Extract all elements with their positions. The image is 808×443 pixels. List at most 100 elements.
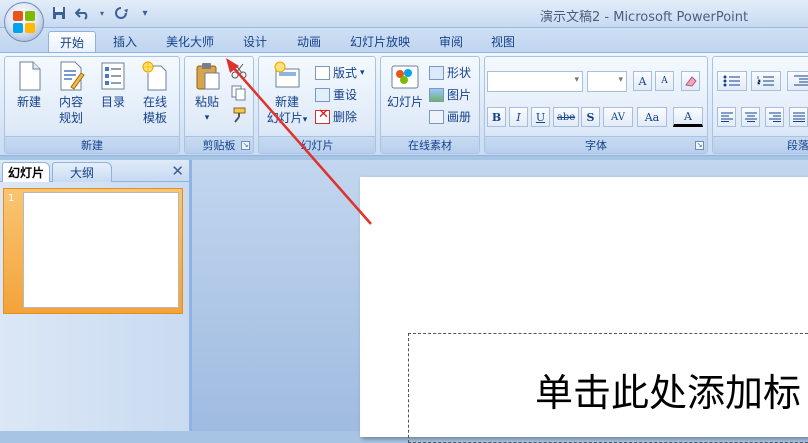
- align-right-button[interactable]: [765, 107, 784, 127]
- reset-icon: [315, 87, 330, 102]
- format-painter-icon[interactable]: [231, 107, 247, 123]
- group-font-label: 字体: [485, 136, 707, 153]
- tab-animation[interactable]: 动画: [288, 31, 330, 52]
- content-plan-button[interactable]: 内容 规划: [53, 61, 89, 126]
- new-button-label: 新建: [16, 95, 41, 109]
- content-plan-label-1: 内容: [58, 95, 83, 109]
- tab-slides-pane[interactable]: 幻灯片: [2, 162, 50, 182]
- title-placeholder-text[interactable]: 单击此处添加标: [535, 362, 801, 417]
- char-spacing-button[interactable]: AV: [603, 107, 633, 127]
- paste-label: 粘贴: [194, 95, 219, 109]
- slide-thumbnails: 1: [0, 182, 190, 431]
- save-icon[interactable]: [50, 5, 68, 21]
- toc-button-label: 目录: [100, 95, 125, 109]
- align-left-button[interactable]: [717, 107, 736, 127]
- new-slide-button[interactable]: 新建 幻灯片▾: [263, 61, 311, 128]
- ribbon-tabs: 开始 插入 美化大师 设计 动画 幻灯片放映 审阅 视图: [0, 28, 808, 52]
- group-font: ▾ ▾ A A B I U abe S AV Aa A 字体 ↘: [484, 56, 708, 154]
- layout-dropdown-icon: ▾: [360, 67, 365, 78]
- office-logo-icon: [13, 11, 35, 33]
- shape-icon: [429, 65, 444, 80]
- align-center-button[interactable]: [741, 107, 760, 127]
- indent-button[interactable]: [787, 71, 808, 91]
- cut-icon[interactable]: [231, 63, 247, 79]
- group-paragraph: 段落: [712, 56, 808, 154]
- undo-dropdown-icon[interactable]: ▾: [98, 5, 106, 21]
- tab-beautify-master[interactable]: 美化大师: [158, 31, 222, 52]
- tab-slideshow[interactable]: 幻灯片放映: [342, 31, 418, 52]
- toc-button[interactable]: 目录: [95, 61, 131, 110]
- layout-button[interactable]: 版式 ▾: [315, 63, 365, 82]
- delete-icon: ✕: [315, 107, 330, 124]
- tab-home[interactable]: 开始: [48, 31, 96, 52]
- reset-button[interactable]: 重设: [315, 85, 357, 104]
- picture-label: 图片: [447, 88, 472, 102]
- tab-outline-pane[interactable]: 大纲: [52, 162, 112, 182]
- numbering-button[interactable]: [751, 71, 781, 91]
- font-launcher-icon[interactable]: ↘: [695, 141, 704, 150]
- slide-thumbnail[interactable]: [23, 192, 179, 308]
- underline-button[interactable]: U: [531, 107, 550, 127]
- bullets-button[interactable]: [717, 71, 747, 91]
- shrink-font-button[interactable]: A: [655, 71, 674, 91]
- copy-icon[interactable]: [231, 85, 247, 101]
- slides-pane: 幻灯片 大纲 ✕ 1: [0, 160, 190, 431]
- paste-dropdown-icon: ▾: [204, 113, 210, 123]
- font-size-combobox[interactable]: ▾: [587, 71, 627, 92]
- justify-button[interactable]: [789, 107, 808, 127]
- online-template-label-1: 在线: [142, 95, 167, 109]
- group-new-label: 新建: [5, 136, 179, 153]
- layout-icon: [315, 65, 330, 80]
- online-template-button[interactable]: 在线 模板: [137, 61, 173, 126]
- quick-access-toolbar: ▾ ▾: [50, 4, 154, 22]
- customize-icon[interactable]: ▾: [136, 5, 154, 21]
- font-name-combobox[interactable]: ▾: [487, 71, 583, 92]
- new-document-icon: [15, 61, 43, 91]
- picture-button[interactable]: 图片: [429, 85, 471, 104]
- slide-thumbnail-selected[interactable]: 1: [3, 188, 183, 314]
- strikethrough-button[interactable]: abe: [553, 107, 579, 127]
- layout-label: 版式: [333, 66, 358, 80]
- text-shadow-button[interactable]: S: [581, 107, 600, 127]
- clear-format-button[interactable]: [681, 71, 700, 91]
- paragraph-label-text: 段落: [787, 139, 808, 152]
- delete-label: 删除: [333, 110, 358, 124]
- office-button[interactable]: [4, 2, 44, 42]
- change-case-button[interactable]: Aa: [637, 107, 667, 127]
- online-slide-button[interactable]: 幻灯片: [385, 61, 425, 110]
- bold-button[interactable]: B: [487, 107, 506, 127]
- album-button[interactable]: 画册: [429, 107, 471, 126]
- tab-view[interactable]: 视图: [482, 31, 524, 52]
- group-paragraph-label: 段落: [713, 136, 808, 153]
- online-template-icon: [141, 61, 169, 91]
- group-slides: 新建 幻灯片▾ 版式 ▾ 重设 ✕ 删除 幻灯片: [258, 56, 376, 154]
- group-new: 新建 内容 规划 目录 在线 模板 新建: [4, 56, 180, 154]
- new-slide-icon: [273, 61, 301, 91]
- group-online-material: 幻灯片 形状 图片 画册 在线素材: [380, 56, 480, 154]
- pane-tabs: 幻灯片 大纲 ✕: [0, 160, 190, 182]
- reset-label: 重设: [333, 88, 358, 102]
- tab-insert[interactable]: 插入: [104, 31, 146, 52]
- italic-button[interactable]: I: [509, 107, 528, 127]
- redo-icon[interactable]: [112, 5, 130, 21]
- undo-icon[interactable]: [74, 5, 92, 21]
- close-pane-icon[interactable]: ✕: [171, 162, 184, 180]
- group-clipboard: 粘贴 ▾ 剪贴板 ↘: [184, 56, 254, 154]
- tab-design[interactable]: 设计: [234, 31, 276, 52]
- grow-font-button[interactable]: A: [633, 71, 652, 91]
- justify-icon: [792, 112, 805, 122]
- delete-slide-button[interactable]: ✕ 删除: [315, 107, 357, 126]
- new-slide-dropdown-icon: ▾: [302, 115, 308, 125]
- align-center-icon: [744, 112, 757, 122]
- window-title: 演示文稿2 - Microsoft PowerPoint: [540, 10, 749, 25]
- tab-review[interactable]: 审阅: [430, 31, 472, 52]
- clipboard-launcher-icon[interactable]: ↘: [241, 141, 250, 150]
- align-right-icon: [768, 112, 781, 122]
- content-plan-label-2: 规划: [58, 111, 83, 125]
- paste-button[interactable]: 粘贴 ▾: [189, 61, 225, 126]
- align-left-icon: [720, 112, 733, 122]
- font-color-button[interactable]: A: [673, 107, 703, 127]
- shape-label: 形状: [447, 66, 472, 80]
- shape-button[interactable]: 形状: [429, 63, 471, 82]
- new-button[interactable]: 新建: [11, 61, 47, 110]
